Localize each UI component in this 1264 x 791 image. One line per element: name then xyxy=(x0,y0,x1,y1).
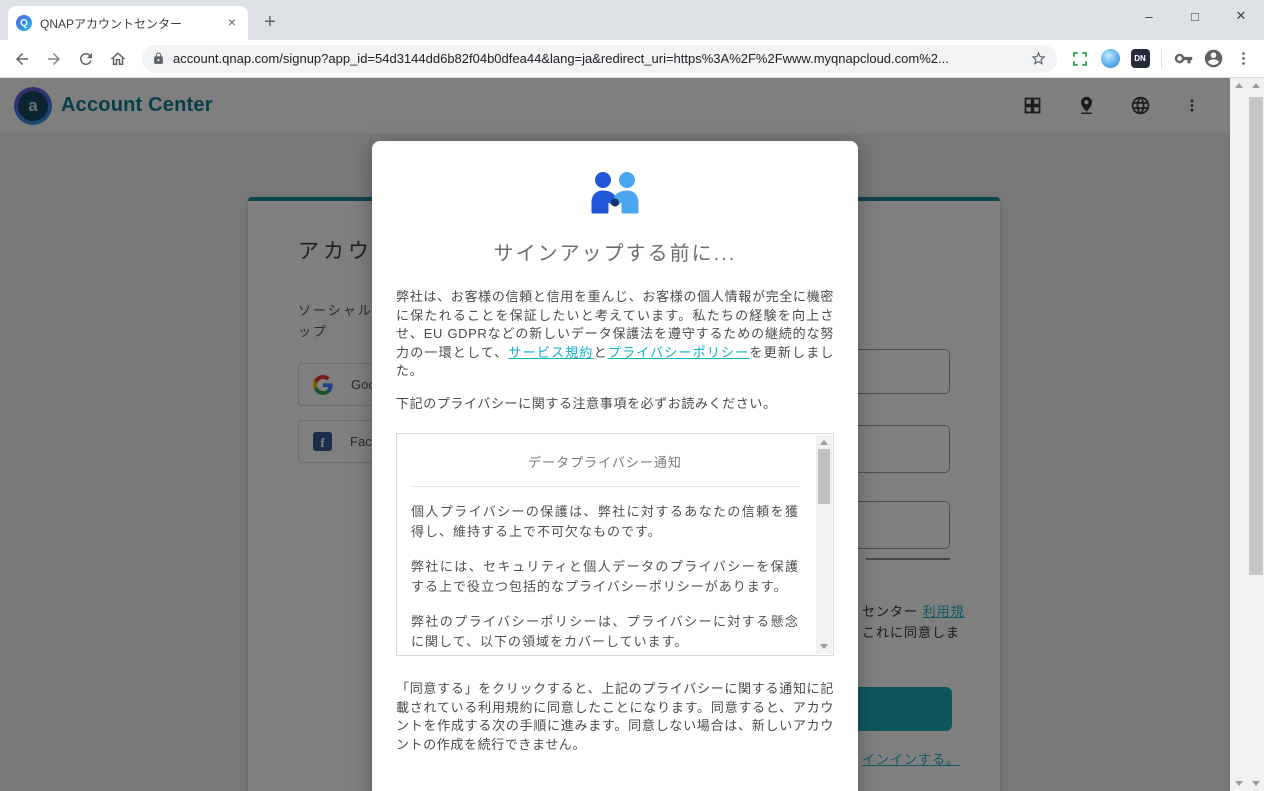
scroll-up-icon[interactable] xyxy=(1235,83,1243,88)
browser-toolbar: account.qnap.com/signup?app_id=54d3144dd… xyxy=(0,40,1264,78)
blue-circle-icon xyxy=(1101,49,1120,68)
dn-badge-icon: DN xyxy=(1131,49,1150,68)
notice-scrollbar-thumb[interactable] xyxy=(818,449,830,504)
more-vertical-icon xyxy=(1235,50,1252,67)
scroll-down-icon[interactable] xyxy=(1252,781,1260,786)
forward-button[interactable] xyxy=(40,45,68,73)
privacy-policy-link[interactable]: プライバシーポリシー xyxy=(608,345,750,360)
scroll-up-icon[interactable] xyxy=(1252,83,1260,88)
dialog-agree-paragraph: 「同意する」をクリックすると、上記のプライバシーに関する通知に記載されている利用… xyxy=(396,680,834,754)
page-viewport: a Account Center アカウン ソーシャル ップ xyxy=(0,78,1264,791)
handshake-icon xyxy=(583,171,647,223)
notice-paragraph-1: 個人プライバシーの保護は、弊社に対するあなたの信頼を獲得し、維持する上で不可欠な… xyxy=(411,502,799,542)
scroll-down-icon[interactable] xyxy=(1235,781,1243,786)
toolbar-separator xyxy=(1161,50,1162,68)
refresh-button[interactable] xyxy=(72,45,100,73)
window-minimize-button[interactable]: – xyxy=(1126,0,1172,32)
key-icon xyxy=(1174,49,1193,68)
browser-window: Q QNAPアカウントセンター × + – □ ✕ account.qnap.c… xyxy=(0,0,1264,791)
dialog-intro-paragraph: 弊社は、お客様の信頼と信用を重んじ、お客様の個人情報が完全に機密に保たれることを… xyxy=(396,288,834,381)
lock-icon xyxy=(152,52,165,65)
back-arrow-icon xyxy=(13,50,31,68)
new-tab-button[interactable]: + xyxy=(256,8,284,36)
intro-text-2: と xyxy=(594,345,608,360)
home-icon xyxy=(109,50,127,68)
page-scrollbar-thumb[interactable] xyxy=(1249,97,1263,575)
page-scrollbar[interactable] xyxy=(1247,78,1264,791)
blue-extension-button[interactable] xyxy=(1097,46,1123,72)
page-content: a Account Center アカウン ソーシャル ップ xyxy=(0,78,1230,791)
password-manager-button[interactable] xyxy=(1170,46,1196,72)
dialog-title: サインアップする前に... xyxy=(396,237,834,266)
home-button[interactable] xyxy=(104,45,132,73)
scroll-up-icon[interactable] xyxy=(820,440,828,445)
modal-scrollbar[interactable] xyxy=(1230,78,1247,791)
capture-extension-button[interactable] xyxy=(1067,46,1093,72)
tab-strip: Q QNAPアカウントセンター × + – □ ✕ xyxy=(0,0,1264,40)
notice-divider xyxy=(411,486,799,487)
profile-button[interactable] xyxy=(1200,46,1226,72)
avatar-icon xyxy=(1203,48,1224,69)
privacy-consent-dialog: サインアップする前に... 弊社は、お客様の信頼と信用を重んじ、お客様の個人情報… xyxy=(372,141,858,791)
service-terms-link[interactable]: サービス規約 xyxy=(508,345,593,360)
tab-title: QNAPアカウントセンター xyxy=(40,15,216,32)
dn-extension-button[interactable]: DN xyxy=(1127,46,1153,72)
url-text: account.qnap.com/signup?app_id=54d3144dd… xyxy=(173,51,1022,66)
window-close-button[interactable]: ✕ xyxy=(1218,0,1264,32)
address-bar[interactable]: account.qnap.com/signup?app_id=54d3144dd… xyxy=(142,45,1057,73)
star-icon[interactable] xyxy=(1030,50,1047,67)
dialog-read-notice-line: 下記のプライバシーに関する注意事項を必ずお読みください。 xyxy=(396,395,834,414)
notice-paragraph-3: 弊社のプライバシーポリシーは、プライバシーに対する懸念に関して、以下の領域をカバ… xyxy=(411,612,799,652)
capture-frame-icon xyxy=(1071,50,1089,68)
browser-menu-button[interactable] xyxy=(1230,46,1256,72)
privacy-notice-box: データプライバシー通知 個人プライバシーの保護は、弊社に対するあなたの信頼を獲得… xyxy=(396,433,834,656)
notice-paragraph-2: 弊社には、セキュリティと個人データのプライバシーを保護する上で役立つ包括的なプラ… xyxy=(411,557,799,597)
refresh-icon xyxy=(77,50,95,68)
tab-close-icon[interactable]: × xyxy=(224,15,240,31)
back-button[interactable] xyxy=(8,45,36,73)
scroll-down-icon[interactable] xyxy=(820,644,828,649)
window-controls: – □ ✕ xyxy=(1126,0,1264,32)
notice-title: データプライバシー通知 xyxy=(411,452,799,471)
notice-scrollbar[interactable] xyxy=(816,435,832,654)
forward-arrow-icon xyxy=(45,50,63,68)
window-maximize-button[interactable]: □ xyxy=(1172,0,1218,32)
qnap-favicon-icon: Q xyxy=(16,15,32,31)
browser-tab[interactable]: Q QNAPアカウントセンター × xyxy=(8,6,248,40)
